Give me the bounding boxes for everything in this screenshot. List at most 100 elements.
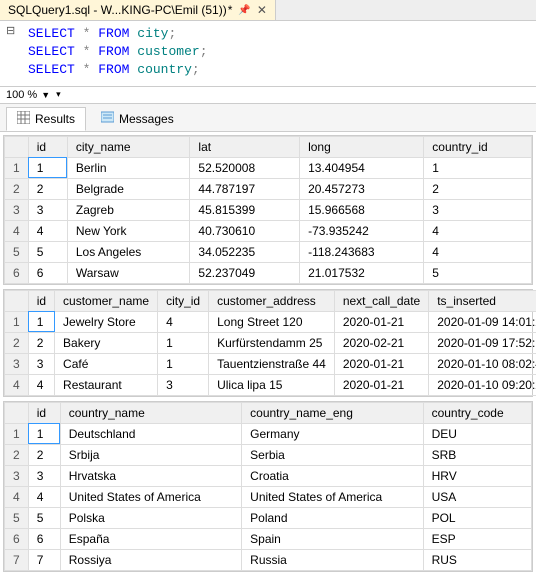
column-header[interactable]: city_name — [67, 136, 190, 157]
cell[interactable]: 6 — [28, 262, 67, 283]
cell[interactable]: 2 — [28, 332, 54, 353]
cell[interactable]: 5 — [424, 262, 532, 283]
cell[interactable]: 7 — [28, 549, 60, 570]
cell[interactable]: Croatia — [242, 465, 423, 486]
cell[interactable]: -73.935242 — [300, 220, 424, 241]
cell[interactable]: Los Angeles — [67, 241, 190, 262]
cell[interactable]: Serbia — [242, 444, 423, 465]
cell[interactable]: 5 — [28, 241, 67, 262]
cell[interactable]: 3 — [28, 199, 67, 220]
table-row[interactable]: 22Belgrade44.78719720.4572732 — [5, 178, 532, 199]
cell[interactable]: 52.520008 — [190, 157, 300, 178]
sql-editor[interactable]: ⊟ SELECT * FROM city; SELECT * FROM cust… — [0, 21, 536, 86]
cell[interactable]: 4 — [158, 311, 209, 332]
column-header[interactable]: id — [28, 290, 54, 311]
cell[interactable]: Jewelry Store — [55, 311, 158, 332]
cell[interactable]: España — [60, 528, 241, 549]
row-number[interactable]: 2 — [5, 332, 29, 353]
column-header[interactable]: long — [300, 136, 424, 157]
cell[interactable]: 2020-01-21 — [334, 374, 428, 395]
cell[interactable]: 4 — [424, 241, 532, 262]
results-grid-2[interactable]: idcustomer_namecity_idcustomer_addressne… — [3, 289, 533, 397]
cell[interactable]: Hrvatska — [60, 465, 241, 486]
row-number[interactable]: 6 — [5, 262, 29, 283]
results-grid-3[interactable]: idcountry_namecountry_name_engcountry_co… — [3, 401, 533, 572]
table-row[interactable]: 55PolskaPolandPOL — [5, 507, 532, 528]
table-row[interactable]: 66EspañaSpainESP — [5, 528, 532, 549]
column-header[interactable]: customer_name — [55, 290, 158, 311]
table-row[interactable]: 22SrbijaSerbiaSRB — [5, 444, 532, 465]
row-number[interactable]: 5 — [5, 241, 29, 262]
cell[interactable]: Spain — [242, 528, 423, 549]
table-row[interactable]: 11Berlin52.52000813.4049541 — [5, 157, 532, 178]
cell[interactable]: USA — [423, 486, 531, 507]
cell[interactable]: 4 — [28, 374, 54, 395]
cell[interactable]: 2020-01-10 09:20:21.000 — [429, 374, 536, 395]
cell[interactable]: Long Street 120 — [209, 311, 335, 332]
table-row[interactable]: 33Café1Tauentzienstraße 442020-01-212020… — [5, 353, 536, 374]
cell[interactable]: 52.237049 — [190, 262, 300, 283]
cell[interactable]: 34.052235 — [190, 241, 300, 262]
cell[interactable]: Ulica lipa 15 — [209, 374, 335, 395]
cell[interactable]: Russia — [242, 549, 423, 570]
cell[interactable]: 2 — [424, 178, 532, 199]
cell[interactable]: 2020-01-09 17:52:15.000 — [429, 332, 536, 353]
results-grid-1[interactable]: idcity_namelatlongcountry_id11Berlin52.5… — [3, 135, 533, 285]
table-row[interactable]: 44New York40.730610-73.9352424 — [5, 220, 532, 241]
cell[interactable]: 4 — [28, 486, 60, 507]
table-row[interactable]: 55Los Angeles34.052235-118.2436834 — [5, 241, 532, 262]
cell[interactable]: POL — [423, 507, 531, 528]
column-header[interactable]: next_call_date — [334, 290, 428, 311]
column-header[interactable]: country_id — [424, 136, 532, 157]
cell[interactable]: 3 — [424, 199, 532, 220]
cell[interactable]: Polska — [60, 507, 241, 528]
row-number[interactable]: 4 — [5, 486, 29, 507]
close-icon[interactable]: ✕ — [257, 3, 267, 17]
row-number[interactable]: 3 — [5, 353, 29, 374]
row-number[interactable]: 2 — [5, 178, 29, 199]
cell[interactable]: 20.457273 — [300, 178, 424, 199]
cell[interactable]: Germany — [242, 423, 423, 444]
cell[interactable]: Rossiya — [60, 549, 241, 570]
cell[interactable]: 4 — [424, 220, 532, 241]
cell[interactable]: 40.730610 — [190, 220, 300, 241]
cell[interactable]: Berlin — [67, 157, 190, 178]
cell[interactable]: 3 — [28, 353, 54, 374]
column-header[interactable]: ts_inserted — [429, 290, 536, 311]
cell[interactable]: Srbija — [60, 444, 241, 465]
cell[interactable]: 4 — [28, 220, 67, 241]
cell[interactable]: Warsaw — [67, 262, 190, 283]
cell[interactable]: 2020-02-21 — [334, 332, 428, 353]
cell[interactable]: 1 — [28, 423, 60, 444]
row-number[interactable]: 1 — [5, 157, 29, 178]
cell[interactable]: ESP — [423, 528, 531, 549]
cell[interactable]: Tauentzienstraße 44 — [209, 353, 335, 374]
column-header[interactable]: country_name_eng — [242, 402, 423, 423]
cell[interactable]: New York — [67, 220, 190, 241]
row-number[interactable]: 4 — [5, 220, 29, 241]
cell[interactable]: Belgrade — [67, 178, 190, 199]
row-number[interactable]: 2 — [5, 444, 29, 465]
column-header[interactable]: id — [28, 402, 60, 423]
table-row[interactable]: 11DeutschlandGermanyDEU — [5, 423, 532, 444]
row-number[interactable]: 6 — [5, 528, 29, 549]
table-row[interactable]: 66Warsaw52.23704921.0175325 — [5, 262, 532, 283]
zoom-level[interactable]: 100 % — [6, 89, 37, 101]
cell[interactable]: 1 — [158, 353, 209, 374]
tab-results[interactable]: Results — [6, 107, 86, 131]
cell[interactable]: 6 — [28, 528, 60, 549]
cell[interactable]: 2 — [28, 178, 67, 199]
file-tab[interactable]: SQLQuery1.sql - W...KING-PC\Emil (51))* … — [0, 0, 276, 20]
cell[interactable]: 2020-01-21 — [334, 311, 428, 332]
collapse-gutter-icon[interactable]: ⊟ — [6, 25, 15, 40]
table-row[interactable]: 33HrvatskaCroatiaHRV — [5, 465, 532, 486]
cell[interactable]: DEU — [423, 423, 531, 444]
table-row[interactable]: 22Bakery1Kurfürstendamm 252020-02-212020… — [5, 332, 536, 353]
cell[interactable]: Deutschland — [60, 423, 241, 444]
column-header[interactable]: id — [28, 136, 67, 157]
row-number[interactable]: 3 — [5, 465, 29, 486]
column-header[interactable]: customer_address — [209, 290, 335, 311]
cell[interactable]: 2 — [28, 444, 60, 465]
row-number[interactable]: 1 — [5, 423, 29, 444]
cell[interactable]: SRB — [423, 444, 531, 465]
